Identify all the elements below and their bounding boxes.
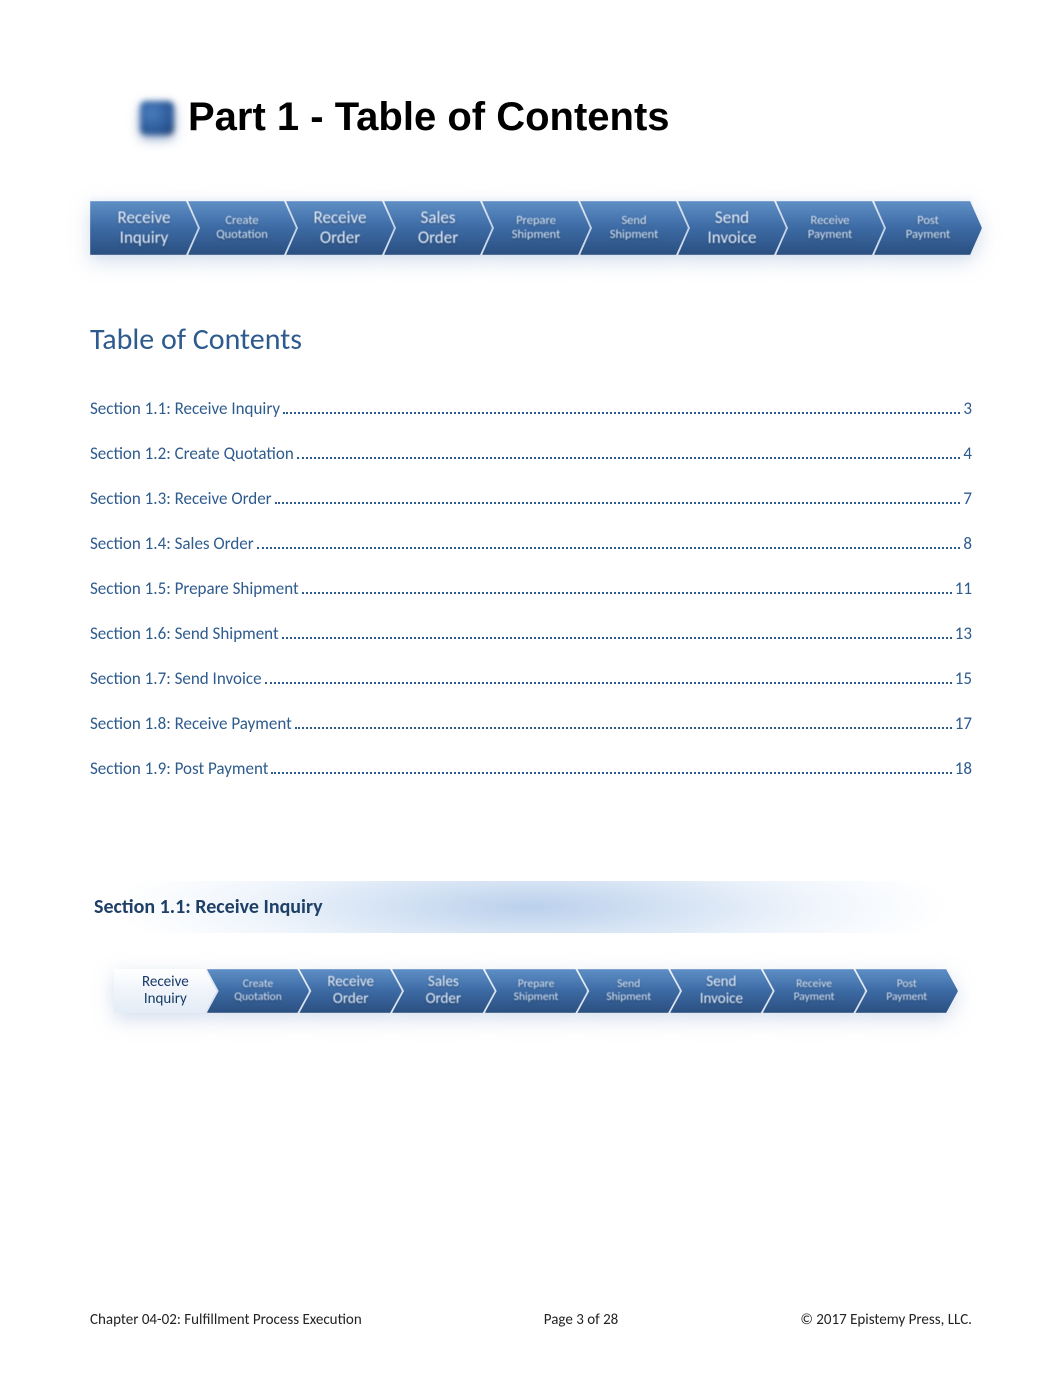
toc-entry-label: Section 1.4: Sales Order [90, 533, 254, 554]
toc-leader-dots [302, 579, 952, 594]
process-flow-section: ReceiveInquiryCreateQuotationReceiveOrde… [114, 969, 948, 1013]
toc-entry[interactable]: Section 1.2: Create Quotation 4 [90, 431, 972, 476]
footer-center: Page 3 of 28 [544, 1311, 618, 1329]
process-step-line1: Receive [314, 208, 367, 228]
process-step-receive-inquiry: ReceiveInquiry [90, 201, 198, 255]
process-step-create-quotation: CreateQuotation [207, 969, 310, 1013]
process-step-line2: Order [333, 991, 369, 1008]
toc-leader-dots [275, 489, 961, 504]
toc-entry[interactable]: Section 1.3: Receive Order 7 [90, 476, 972, 521]
toc-leader-dots [282, 624, 952, 639]
toc-entry-page: 4 [963, 443, 972, 464]
title-bullet-icon [140, 101, 174, 135]
toc-heading: Table of Contents [90, 321, 972, 358]
page-footer: Chapter 04-02: Fulfillment Process Execu… [90, 1311, 972, 1329]
toc-entry[interactable]: Section 1.4: Sales Order 8 [90, 521, 972, 566]
process-step-sales-order: SalesOrder [384, 201, 492, 255]
section-heading-band: Section 1.1: Receive Inquiry [84, 881, 978, 933]
toc-entry-page: 15 [955, 668, 972, 689]
toc-entry-label: Section 1.5: Prepare Shipment [90, 578, 299, 599]
toc-entry-page: 7 [963, 488, 972, 509]
process-step-line1: Receive [327, 974, 374, 991]
process-step-receive-payment: ReceivePayment [763, 969, 866, 1013]
toc-leader-dots [265, 669, 952, 684]
toc-leader-dots [271, 759, 951, 774]
process-step-line2: Quotation [234, 991, 281, 1004]
toc-entry-page: 17 [955, 713, 972, 734]
toc-entry-page: 18 [955, 758, 972, 779]
process-step-line1: Receive [118, 208, 171, 228]
process-step-create-quotation: CreateQuotation [188, 201, 296, 255]
process-step-line2: Order [418, 228, 458, 248]
footer-left: Chapter 04-02: Fulfillment Process Execu… [90, 1311, 362, 1329]
process-step-line1: Send [706, 974, 736, 991]
process-step-receive-inquiry: ReceiveInquiry [114, 969, 217, 1013]
toc-entry[interactable]: Section 1.1: Receive Inquiry 3 [90, 386, 972, 431]
section-heading: Section 1.1: Receive Inquiry [94, 895, 968, 919]
toc-entry[interactable]: Section 1.6: Send Shipment 13 [90, 611, 972, 656]
process-step-line2: Payment [794, 991, 835, 1004]
toc-entry[interactable]: Section 1.5: Prepare Shipment 11 [90, 566, 972, 611]
toc-entry[interactable]: Section 1.9: Post Payment 18 [90, 746, 972, 791]
process-step-send-invoice: SendInvoice [678, 201, 786, 255]
process-step-prepare-shipment: PrepareShipment [485, 969, 588, 1013]
process-step-line2: Invoice [708, 228, 757, 248]
process-step-prepare-shipment: PrepareShipment [482, 201, 590, 255]
process-step-line2: Payment [808, 228, 852, 242]
toc-entry-label: Section 1.7: Send Invoice [90, 668, 262, 689]
toc-entry[interactable]: Section 1.8: Receive Payment 17 [90, 701, 972, 746]
toc-entry-label: Section 1.1: Receive Inquiry [90, 398, 280, 419]
process-step-line2: Shipment [606, 991, 651, 1004]
toc-list: Section 1.1: Receive Inquiry 3 Section 1.2… [90, 386, 972, 791]
process-step-sales-order: SalesOrder [392, 969, 495, 1013]
process-step-line2: Order [320, 228, 360, 248]
process-step-line1: Send [715, 208, 749, 228]
toc-entry-label: Section 1.2: Create Quotation [90, 443, 294, 464]
process-step-line2: Invoice [700, 991, 743, 1008]
process-step-line1: Sales [421, 208, 456, 228]
toc-leader-dots [257, 534, 961, 549]
process-step-send-shipment: SendShipment [577, 969, 680, 1013]
toc-entry-label: Section 1.3: Receive Order [90, 488, 272, 509]
toc-entry[interactable]: Section 1.7: Send Invoice 15 [90, 656, 972, 701]
process-step-send-invoice: SendInvoice [670, 969, 773, 1013]
process-step-line2: Payment [886, 991, 927, 1004]
toc-entry-page: 13 [955, 623, 972, 644]
process-step-line1: Receive [811, 214, 850, 228]
process-step-line1: Send [621, 214, 646, 228]
toc-entry-label: Section 1.6: Send Shipment [90, 623, 279, 644]
process-step-send-shipment: SendShipment [580, 201, 688, 255]
process-step-line1: Receive [142, 974, 189, 991]
process-step-line1: Sales [428, 974, 459, 991]
process-flow-top: ReceiveInquiryCreateQuotationReceiveOrde… [90, 195, 972, 261]
process-step-post-payment: PostPayment [855, 969, 958, 1013]
process-step-receive-order: ReceiveOrder [299, 969, 402, 1013]
process-step-line1: Create [225, 214, 258, 228]
process-step-line2: Shipment [512, 228, 561, 242]
toc-leader-dots [295, 714, 952, 729]
process-step-line2: Inquiry [144, 991, 187, 1008]
toc-entry-page: 3 [963, 398, 972, 419]
page-title: Part 1 - Table of Contents [188, 95, 670, 140]
process-step-line2: Order [426, 991, 462, 1008]
process-step-line1: Prepare [516, 214, 556, 228]
process-step-line2: Shipment [610, 228, 659, 242]
toc-leader-dots [283, 399, 960, 414]
footer-right: © 2017 Epistemy Press, LLC. [800, 1311, 972, 1329]
process-step-line2: Shipment [514, 991, 559, 1004]
process-step-post-payment: PostPayment [874, 201, 982, 255]
process-step-receive-payment: ReceivePayment [776, 201, 884, 255]
toc-entry-label: Section 1.9: Post Payment [90, 758, 268, 779]
toc-entry-page: 8 [963, 533, 972, 554]
process-step-line1: Post [917, 214, 939, 228]
page-title-row: Part 1 - Table of Contents [140, 95, 972, 140]
toc-entry-label: Section 1.8: Receive Payment [90, 713, 292, 734]
toc-leader-dots [297, 444, 961, 459]
process-step-receive-order: ReceiveOrder [286, 201, 394, 255]
process-step-line2: Quotation [216, 228, 268, 242]
process-step-line2: Payment [906, 228, 950, 242]
process-step-line2: Inquiry [120, 228, 169, 248]
toc-entry-page: 11 [955, 578, 972, 599]
